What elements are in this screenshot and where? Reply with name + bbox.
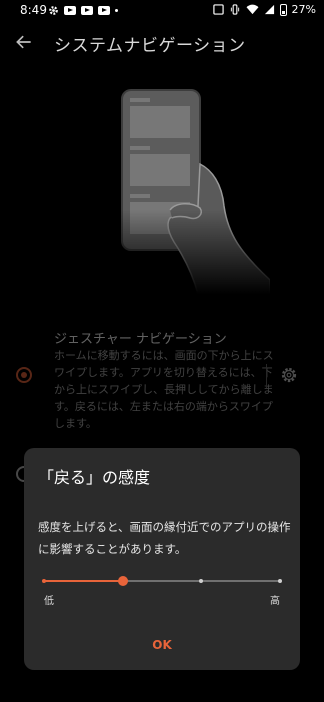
battery-percent: 27%	[291, 3, 316, 16]
slider-tick	[199, 579, 204, 583]
youtube-icon	[81, 6, 93, 15]
battery-icon	[279, 3, 287, 16]
youtube-icon	[64, 6, 76, 15]
status-right: 27%	[212, 3, 316, 16]
gesture-navigation-title: ジェスチャー ナビゲーション	[54, 332, 227, 347]
slider-high-label: 高	[270, 596, 280, 607]
vibrate-icon	[230, 4, 239, 15]
back-sensitivity-dialog: 「戻る」の感度 感度を上げると、画面の縁付近でのアプリの操作に影響することがあり…	[24, 448, 300, 670]
youtube-icon	[98, 6, 110, 15]
slider-thumb[interactable]	[117, 576, 128, 586]
slider-tick	[278, 579, 282, 583]
slider-tick	[42, 579, 46, 583]
status-notification-icons	[48, 5, 118, 16]
status-bar: 8:49 27%	[0, 0, 324, 22]
slider-low-label: 低	[44, 596, 54, 607]
signal-icon	[264, 4, 274, 15]
wifi-icon	[246, 4, 259, 15]
gear-icon[interactable]	[280, 366, 298, 384]
settings-status-icon	[49, 6, 58, 15]
ok-button[interactable]: OK	[142, 638, 182, 652]
dialog-title: 「戻る」の感度	[38, 468, 151, 487]
screenshot-icon	[212, 4, 224, 15]
gesture-navigation-radio[interactable]	[16, 367, 32, 383]
back-arrow-icon[interactable]	[14, 32, 34, 52]
app-bar: システムナビゲーション	[0, 24, 324, 64]
gesture-phone-illustration	[100, 84, 270, 294]
slider-track-fill	[44, 580, 123, 582]
status-time: 8:49	[20, 3, 47, 17]
gesture-navigation-description: ホームに移動するには、画面の下から上にスワイプします。アプリを切り替えるには、下…	[54, 349, 274, 430]
dialog-message: 感度を上げると、画面の縁付近でのアプリの操作に影響することがあります。	[38, 520, 291, 556]
more-notifications-dot-icon	[115, 9, 118, 12]
sensitivity-slider[interactable]	[42, 574, 282, 588]
page-title: システムナビゲーション	[54, 36, 246, 56]
vertical-divider	[266, 364, 267, 388]
